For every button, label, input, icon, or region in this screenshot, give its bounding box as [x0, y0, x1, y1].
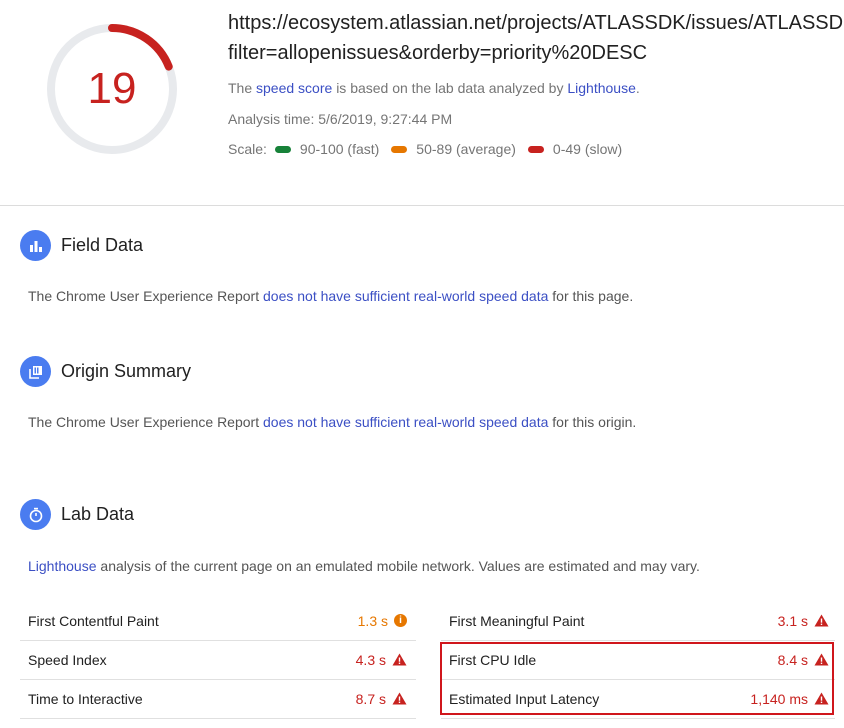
warning-icon: [392, 692, 407, 705]
metric-label: Time to Interactive: [28, 690, 143, 707]
field-text-pre: The Chrome User Experience Report: [28, 288, 260, 304]
origin-text-post: for this origin.: [552, 414, 637, 430]
lab-data-text: Lighthouse analysis of the current page …: [28, 558, 700, 574]
scale-fast: 90-100 (fast): [299, 141, 380, 157]
field-text-post: for this page.: [552, 288, 634, 304]
field-data-text: The Chrome User Experience Report does n…: [28, 288, 633, 304]
field-data-link[interactable]: does not have sufficient real-world spee…: [263, 288, 548, 304]
analysis-time: Analysis time: 5/6/2019, 9:27:44 PM: [228, 111, 453, 127]
metric-value: 3.1 s: [778, 613, 829, 629]
metric-value: 1.3 s i: [358, 613, 407, 629]
metric-value-text: 3.1 s: [777, 612, 808, 629]
header-divider: [0, 205, 844, 206]
origin-text-pre: The Chrome User Experience Report: [28, 414, 260, 430]
origin-summary-text: The Chrome User Experience Report does n…: [28, 414, 636, 430]
metric-value: 8.7 s: [356, 691, 407, 707]
field-data-header: Field Data: [20, 230, 143, 261]
desc-text: The: [228, 80, 253, 96]
bar-chart-icon: [20, 230, 51, 261]
slow-pill-icon: [527, 145, 544, 153]
speed-score-gauge: 19: [45, 22, 179, 156]
lighthouse-link[interactable]: Lighthouse: [567, 80, 636, 96]
metric-label: First Contentful Paint: [28, 612, 159, 629]
score-scale: Scale: 90-100 (fast) 50-89 (average) 0-4…: [228, 141, 626, 157]
info-icon: i: [394, 614, 407, 627]
lab-text-post: analysis of the current page on an emula…: [100, 558, 700, 574]
url-line-2: filter=allopenissues&orderby=priority%20…: [228, 42, 648, 64]
origin-summary-title: Origin Summary: [61, 361, 192, 381]
origin-data-link[interactable]: does not have sufficient real-world spee…: [263, 414, 548, 430]
fast-pill-icon: [274, 145, 291, 153]
origin-summary-header: Origin Summary: [20, 356, 191, 387]
average-pill-icon: [391, 145, 408, 153]
speed-score-value: 19: [87, 64, 137, 113]
metric-time-to-interactive: Time to Interactive 8.7 s: [20, 679, 416, 719]
lab-lighthouse-link[interactable]: Lighthouse: [28, 558, 97, 574]
score-description: The speed score is based on the lab data…: [228, 80, 640, 96]
warning-icon: [392, 653, 407, 666]
speed-score-link[interactable]: speed score: [256, 80, 332, 96]
metric-value-text: 8.7 s: [355, 690, 386, 707]
metric-label: First Meaningful Paint: [449, 612, 585, 629]
metric-first-meaningful-paint: First Meaningful Paint 3.1 s: [441, 601, 835, 641]
field-data-title: Field Data: [61, 235, 144, 255]
desc-period: .: [635, 80, 640, 96]
metric-speed-index: Speed Index 4.3 s: [20, 640, 416, 680]
metric-value: 4.3 s: [356, 652, 407, 668]
url-line-1: https://ecosystem.atlassian.net/projects…: [228, 12, 844, 34]
highlight-box: [440, 642, 834, 715]
metric-first-contentful-paint: First Contentful Paint 1.3 s i: [20, 601, 416, 641]
metric-value-text: 1.3 s: [357, 612, 388, 629]
library-icon: [20, 356, 51, 387]
lab-data-title: Lab Data: [61, 504, 135, 524]
metric-value-text: 4.3 s: [355, 651, 386, 668]
stopwatch-icon: [20, 499, 51, 530]
scale-average: 50-89 (average): [416, 141, 516, 157]
page-url: https://ecosystem.atlassian.net/projects…: [228, 8, 844, 68]
lab-data-header: Lab Data: [20, 499, 134, 530]
desc-text-mid: is based on the lab data analyzed by: [336, 80, 564, 96]
scale-label: Scale:: [228, 141, 267, 157]
warning-icon: [814, 614, 829, 627]
scale-slow: 0-49 (slow): [552, 141, 623, 157]
metric-label: Speed Index: [28, 651, 107, 668]
